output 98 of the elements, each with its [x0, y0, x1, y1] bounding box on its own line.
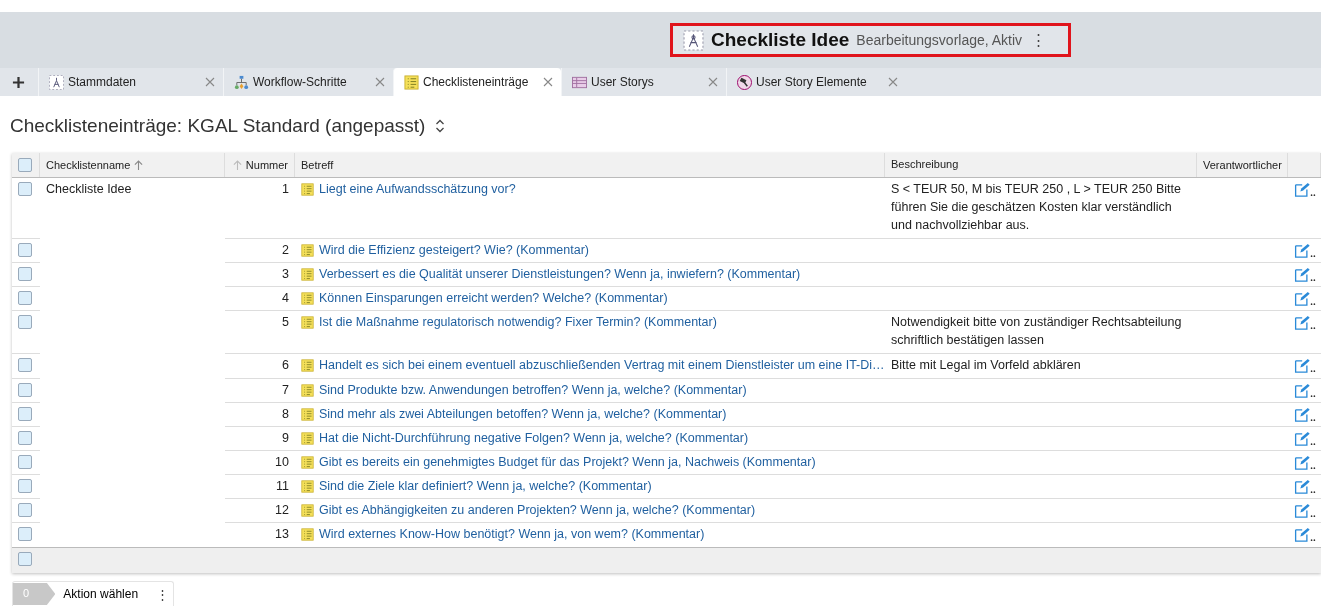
table-cell: 7 [282, 383, 289, 397]
sort-up-icon[interactable] [232, 159, 242, 171]
edit-icon[interactable] [1294, 503, 1316, 518]
record-title: Checkliste Idee [711, 29, 850, 51]
table-cell: 2 [282, 243, 289, 257]
footer-checkbox[interactable] [18, 552, 32, 566]
checklist-icon [301, 292, 314, 305]
table-cell-text: Notwendigkeit bitte von zuständiger Rechtsabteilung schriftlich bestätigen lassen [891, 314, 1183, 349]
subject-link[interactable]: Sind die Ziele klar definiert? Wenn ja, welche? (Kommentar) [319, 479, 652, 493]
compass-icon [683, 29, 704, 51]
edit-icon[interactable] [1294, 267, 1316, 282]
more-menu[interactable]: ⋮ [152, 586, 173, 602]
table-cell: 13 [275, 527, 289, 541]
sort-toggle-icon[interactable] [435, 118, 446, 133]
checklist-icon [301, 183, 314, 196]
page-title: Checklisteneinträge: KGAL Standard (angepasst) [10, 114, 426, 137]
more-menu[interactable]: ⋮ [1029, 31, 1049, 49]
edit-icon[interactable] [1294, 243, 1316, 258]
subject-link[interactable]: Gibt es bereits ein genehmigtes Budget für das Projekt? Wenn ja, Nachweis (Kommentar) [319, 455, 816, 469]
edit-icon[interactable] [1294, 527, 1316, 542]
compass-icon [49, 74, 64, 90]
row-checkbox[interactable] [18, 479, 32, 493]
row-checkbox[interactable] [18, 431, 32, 445]
hammer-icon [737, 74, 752, 90]
checklist-icon [301, 504, 314, 517]
action-dropdown[interactable]: Aktion wählen [55, 587, 152, 601]
checklist-icon [301, 480, 314, 493]
edit-icon[interactable] [1294, 455, 1316, 470]
sort-up-icon[interactable] [134, 159, 144, 171]
add-icon[interactable] [12, 75, 25, 89]
subject-link[interactable]: Können Einsparungen erreicht werden? Welche? (Kommentar) [319, 291, 668, 305]
subject-link[interactable]: Ist die Maßnahme regulatorisch notwendig? Fixer Termin? (Kommentar) [319, 315, 717, 329]
close-icon[interactable] [375, 77, 385, 87]
column-header[interactable]: Checklistenname [46, 159, 131, 171]
checklist-icon [301, 528, 314, 541]
column-header[interactable]: Verantwortlicher [1203, 159, 1282, 171]
column-header[interactable]: Beschreibung [891, 155, 959, 173]
subject-link[interactable]: Wird externes Know-How benötigt? Wenn ja, von wem? (Kommentar) [319, 527, 705, 541]
column-header[interactable]: Betreff [301, 159, 334, 171]
checklist-icon [301, 456, 314, 469]
tab[interactable]: Checklisteneinträge [393, 68, 561, 96]
row-checkbox[interactable] [18, 383, 32, 397]
table-cell: 4 [282, 291, 289, 305]
edit-icon[interactable] [1294, 431, 1316, 446]
column-header[interactable]: Nummer [245, 159, 288, 171]
table-cell: 12 [275, 503, 289, 517]
edit-icon[interactable] [1294, 358, 1316, 373]
row-checkbox[interactable] [18, 243, 32, 257]
row-checkbox[interactable] [18, 527, 32, 541]
table-cell: 5 [282, 315, 289, 329]
close-icon[interactable] [708, 77, 718, 87]
checklist-icon [301, 268, 314, 281]
workflow-icon [234, 74, 249, 90]
record-subtitle: Bearbeitungsvorlage, Aktiv [856, 32, 1023, 48]
row-checkbox[interactable] [18, 315, 32, 329]
table-cell: 9 [282, 431, 289, 445]
table-cell-text: Bitte mit Legal im Vorfeld abklären [891, 357, 1081, 374]
table-cell: 11 [276, 479, 289, 493]
row-checkbox[interactable] [18, 267, 32, 281]
checklist-icon [301, 316, 314, 329]
table-cell: 1 [282, 182, 289, 196]
table-cell: 6 [282, 358, 289, 372]
edit-icon[interactable] [1294, 479, 1316, 494]
subject-link[interactable]: Liegt eine Aufwandsschätzung vor? [319, 182, 516, 196]
table-cell: 3 [282, 267, 289, 281]
row-checkbox[interactable] [18, 455, 32, 469]
edit-icon[interactable] [1294, 315, 1316, 330]
checklist-icon [301, 244, 314, 257]
edit-icon[interactable] [1294, 182, 1316, 197]
close-icon[interactable] [888, 77, 898, 87]
row-checkbox[interactable] [18, 503, 32, 517]
row-checkbox[interactable] [18, 407, 32, 421]
checklist-icon [301, 432, 314, 445]
edit-icon[interactable] [1294, 383, 1316, 398]
row-checkbox[interactable] [18, 182, 32, 196]
subject-link[interactable]: Gibt es Abhängigkeiten zu anderen Projekten? Wenn ja, welche? (Kommentar) [319, 503, 756, 517]
edit-icon[interactable] [1294, 407, 1316, 422]
table-cell: Checkliste Idee [46, 182, 132, 196]
table-icon [572, 74, 587, 90]
checklist-icon [301, 359, 314, 372]
subject-link[interactable]: Sind mehr als zwei Abteilungen betoffen? Wenn ja, welche? (Kommentar) [319, 407, 727, 421]
select-all-checkbox[interactable] [18, 158, 32, 172]
close-icon[interactable] [543, 77, 553, 87]
table-cell: 10 [275, 455, 289, 469]
subject-link[interactable]: Handelt es sich bei einem eventuell abzuschließenden Vertrag mit einem Dienstleister um eine IT-Di… [319, 358, 885, 372]
close-icon[interactable] [205, 77, 215, 87]
subject-link[interactable]: Sind Produkte bzw. Anwendungen betroffen? Wenn ja, welche? (Kommentar) [319, 383, 747, 397]
subject-link[interactable]: Wird die Effizienz gesteigert? Wie? (Kommentar) [319, 243, 589, 257]
edit-icon[interactable] [1294, 291, 1316, 306]
checklist-icon [404, 74, 419, 90]
checklist-icon [301, 384, 314, 397]
checklist-icon [301, 408, 314, 421]
table-cell: 8 [282, 407, 289, 421]
subject-link[interactable]: Verbessert es die Qualität unserer Dienstleistungen? Wenn ja, inwiefern? (Kommentar) [319, 267, 801, 281]
subject-link[interactable]: Hat die Nicht-Durchführung negative Folgen? Wenn ja, welche? (Kommentar) [319, 431, 749, 445]
row-checkbox[interactable] [18, 358, 32, 372]
row-checkbox[interactable] [18, 291, 32, 305]
table-cell-text: S < TEUR 50, M bis TEUR 250 , L > TEUR 250 Bitte führen Sie die geschätzen Kosten klar verständlich und nachvollziehbar aus. [891, 181, 1182, 234]
